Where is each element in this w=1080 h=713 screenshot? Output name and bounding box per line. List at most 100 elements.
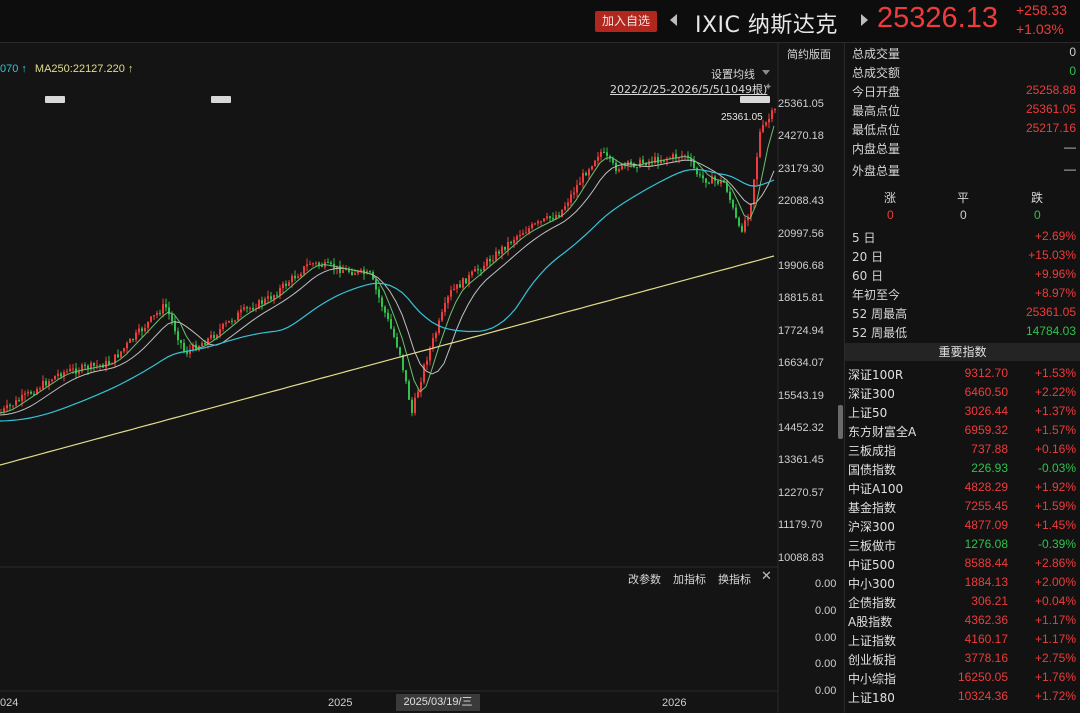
candle-body <box>369 271 371 273</box>
pin-icon[interactable]: ✦ <box>764 82 772 93</box>
candle-body <box>495 251 497 261</box>
index-row[interactable]: 上证180 10324.36 +1.72% <box>848 689 1076 708</box>
candle-body <box>30 391 32 394</box>
period-row: 年初至今 +8.97% <box>852 286 1076 304</box>
candle-body <box>756 156 758 180</box>
candle-body <box>45 380 47 386</box>
simple-layout-tab[interactable]: 简约版面 <box>787 46 831 62</box>
breadth-flat-label: 平 <box>957 191 970 205</box>
period-row: 5 日 +2.69% <box>852 229 1076 247</box>
stat-row: 总成交额 0 <box>852 64 1076 82</box>
date-range-link[interactable]: 2022/2/25-2026/5/5(1049根) <box>610 81 767 97</box>
sub-y-tick-label: 0.00 <box>815 631 837 644</box>
candle-body <box>441 312 443 321</box>
index-row[interactable]: A股指数 4362.36 +1.17% <box>848 613 1076 632</box>
candle-body <box>303 266 305 274</box>
index-row[interactable]: 中证500 8588.44 +2.86% <box>848 556 1076 575</box>
index-row[interactable]: 企债指数 306.21 +0.04% <box>848 594 1076 613</box>
candle-body <box>393 328 395 337</box>
candle-body <box>459 284 461 288</box>
candle-body <box>471 271 473 275</box>
candle-body <box>564 206 566 210</box>
candle-body <box>378 289 380 298</box>
index-row[interactable]: 东方财富全A 6959.32 +1.57% <box>848 423 1076 442</box>
candle-body <box>426 360 428 365</box>
period-value: +9.96% <box>1034 267 1076 281</box>
candle-body <box>408 381 410 400</box>
candle-body <box>9 404 11 406</box>
candle-body <box>288 282 290 286</box>
candle-body <box>462 278 464 288</box>
index-row[interactable]: 深证100R 9312.70 +1.53% <box>848 366 1076 385</box>
candle-body <box>504 246 506 250</box>
index-row[interactable]: 深证300 6460.50 +2.22% <box>848 385 1076 404</box>
stat-row: 总成交量 0 <box>852 45 1076 63</box>
candle-body <box>123 348 125 352</box>
cursor-date-label: 2025/03/19/三 <box>396 694 480 711</box>
sub-y-tick-label: 0.00 <box>815 578 837 590</box>
candle-body <box>219 329 221 335</box>
candle-body <box>525 232 527 234</box>
index-change: +2.22% <box>1034 385 1076 399</box>
candle-body <box>129 339 131 343</box>
candle-body <box>156 312 158 316</box>
swap-indicator-button[interactable]: 换指标 <box>718 571 751 587</box>
candle-body <box>126 342 128 349</box>
index-row[interactable]: 中证A100 4828.29 +1.92% <box>848 480 1076 499</box>
event-tag-icon[interactable] <box>211 96 231 103</box>
candle-body <box>744 220 746 232</box>
index-row[interactable]: 中小综指 16250.05 +1.76% <box>848 670 1076 689</box>
candle-body <box>699 174 701 176</box>
scrollbar-thumb[interactable] <box>838 405 843 439</box>
candle-body <box>252 307 254 310</box>
stat-row: 外盘总量 — <box>852 162 1076 180</box>
stat-value: — <box>1064 140 1076 154</box>
candle-body <box>375 279 377 290</box>
index-row[interactable]: 中小300 1884.13 +2.00% <box>848 575 1076 594</box>
candle-body <box>39 388 41 390</box>
index-price: 4160.17 <box>964 632 1008 646</box>
candle-body <box>57 373 59 376</box>
add-to-watchlist-button[interactable]: 加入自选 <box>595 11 657 32</box>
candle-body <box>486 258 488 266</box>
candle-body <box>456 284 458 289</box>
index-change: +1.57% <box>1034 423 1076 437</box>
candle-body <box>306 264 308 267</box>
event-tag-icon[interactable] <box>45 96 65 103</box>
stat-label: 内盘总量 <box>852 142 901 156</box>
ma-line-green <box>0 125 775 414</box>
add-indicator-button[interactable]: 加指标 <box>673 571 706 587</box>
index-row[interactable]: 创业板指 3778.16 +2.75% <box>848 651 1076 670</box>
candle-body <box>708 182 710 184</box>
index-row[interactable]: 基金指数 7255.45 +1.59% <box>848 499 1076 518</box>
candle-body <box>582 172 584 183</box>
set-ma-button[interactable]: 设置均线 <box>711 66 755 82</box>
candle-body <box>759 131 761 157</box>
index-name: A股指数 <box>848 615 893 629</box>
next-symbol-icon[interactable] <box>861 14 868 26</box>
index-row[interactable]: 三板做市 1276.08 -0.39% <box>848 537 1076 556</box>
candle-body <box>453 288 455 291</box>
index-row[interactable]: 上证指数 4160.17 +1.17% <box>848 632 1076 651</box>
kline-chart[interactable] <box>0 43 843 713</box>
index-row[interactable]: 上证50 3026.44 +1.37% <box>848 404 1076 423</box>
edit-params-button[interactable]: 改参数 <box>628 571 661 587</box>
event-tag-icon[interactable] <box>740 96 770 103</box>
kline-chart-area[interactable] <box>0 43 843 713</box>
y-tick-label: 25361.05 <box>778 98 824 110</box>
index-name: 企债指数 <box>848 596 897 610</box>
close-icon[interactable]: ✕ <box>761 569 772 584</box>
index-row[interactable]: 沪深300 4877.09 +1.45% <box>848 518 1076 537</box>
candle-body <box>99 364 101 366</box>
chevron-down-icon[interactable] <box>762 70 770 75</box>
stat-value: 25217.16 <box>1025 121 1076 135</box>
candle-body <box>405 370 407 382</box>
stat-row: 最高点位 25361.05 <box>852 102 1076 120</box>
index-row[interactable]: 国债指数 226.93 -0.03% <box>848 461 1076 480</box>
candle-body <box>450 290 452 297</box>
candle-body <box>159 312 161 314</box>
candle-body <box>738 217 740 226</box>
candle-body <box>483 265 485 271</box>
index-row[interactable]: 三板成指 737.88 +0.16% <box>848 442 1076 461</box>
prev-symbol-icon[interactable] <box>670 14 677 26</box>
